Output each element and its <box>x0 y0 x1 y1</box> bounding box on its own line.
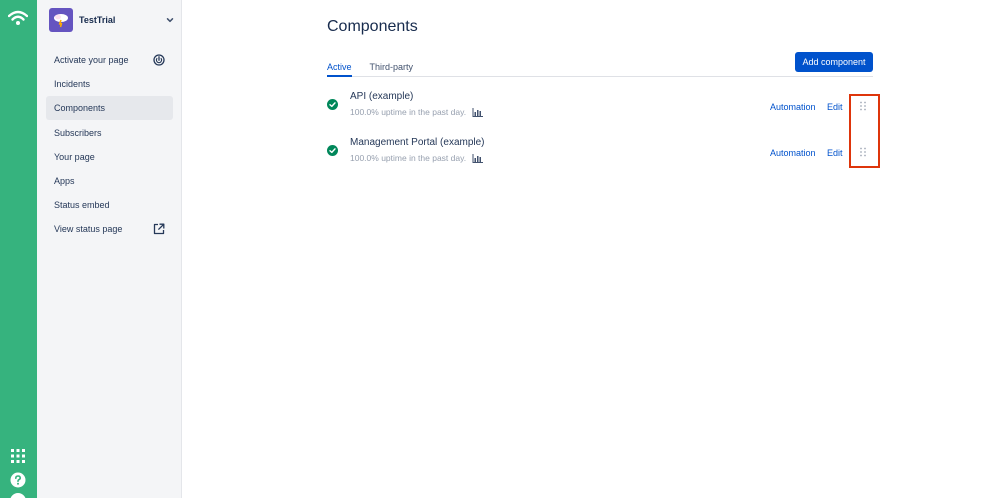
tab-third-party[interactable]: Third-party <box>370 60 414 76</box>
uptime-text: 100.0% uptime in the past day. <box>350 107 467 117</box>
avatar[interactable] <box>10 493 26 498</box>
highlight-box <box>849 94 880 168</box>
component-name: Management Portal (example) <box>350 137 485 148</box>
global-nav-rail <box>0 0 37 498</box>
org-switcher[interactable]: TestTrial <box>49 8 175 32</box>
sidebar-item-apps[interactable]: Apps <box>46 169 173 193</box>
sidebar-item-label: Activate your page <box>54 55 129 65</box>
sidebar-item-activate-your-page[interactable]: Activate your page <box>46 48 173 72</box>
sidebar-item-view-status-page[interactable]: View status page <box>46 217 173 241</box>
chevron-down-icon[interactable] <box>165 15 175 25</box>
component-row: Management Portal (example) 100.0% uptim… <box>327 136 873 166</box>
sidebar-item-label: Components <box>54 103 106 114</box>
sidebar-item-label: Incidents <box>54 79 91 90</box>
sidebar-nav: Activate your page Incidents Components … <box>46 48 173 242</box>
automation-link[interactable]: Automation <box>770 102 816 112</box>
org-name: TestTrial <box>79 15 116 25</box>
automation-link[interactable]: Automation <box>770 148 816 158</box>
sidebar-item-label: View status page <box>54 224 123 235</box>
sidebar-item-label: Subscribers <box>54 127 102 138</box>
sidebar: TestTrial Activate your page Incidents C… <box>37 0 182 498</box>
edit-link[interactable]: Edit <box>827 148 843 158</box>
page-title: Components <box>327 18 418 35</box>
sidebar-item-subscribers[interactable]: Subscribers <box>46 121 173 145</box>
app-switcher-icon[interactable] <box>11 449 25 463</box>
sidebar-item-label: Apps <box>54 175 75 186</box>
org-logo-icon <box>49 8 73 32</box>
uptime-text: 100.0% uptime in the past day. <box>350 153 467 163</box>
wifi-logo-icon[interactable] <box>8 10 28 26</box>
tab-active[interactable]: Active <box>327 60 352 77</box>
component-row: API (example) 100.0% uptime in the past … <box>327 90 873 120</box>
component-uptime: 100.0% uptime in the past day. <box>350 153 484 163</box>
check-circle-icon <box>327 145 338 156</box>
sidebar-item-label: Status embed <box>54 200 110 211</box>
bar-chart-icon[interactable] <box>472 153 484 163</box>
power-icon <box>153 54 165 66</box>
main-content: Components Add component Active Third-pa… <box>183 0 999 498</box>
external-link-icon <box>153 223 165 235</box>
sidebar-item-your-page[interactable]: Your page <box>46 145 173 169</box>
help-icon[interactable] <box>10 472 26 488</box>
sidebar-item-components[interactable]: Components <box>46 96 173 121</box>
bar-chart-icon[interactable] <box>472 107 484 117</box>
edit-link[interactable]: Edit <box>827 102 843 112</box>
component-tabs: Active Third-party <box>327 60 873 77</box>
check-circle-icon <box>327 99 338 110</box>
component-name: API (example) <box>350 91 414 102</box>
sidebar-item-label: Your page <box>54 151 95 162</box>
sidebar-item-incidents[interactable]: Incidents <box>46 72 173 96</box>
component-uptime: 100.0% uptime in the past day. <box>350 107 484 117</box>
app-root: TestTrial Activate your page Incidents C… <box>0 0 999 498</box>
sidebar-item-status-embed[interactable]: Status embed <box>46 193 173 217</box>
